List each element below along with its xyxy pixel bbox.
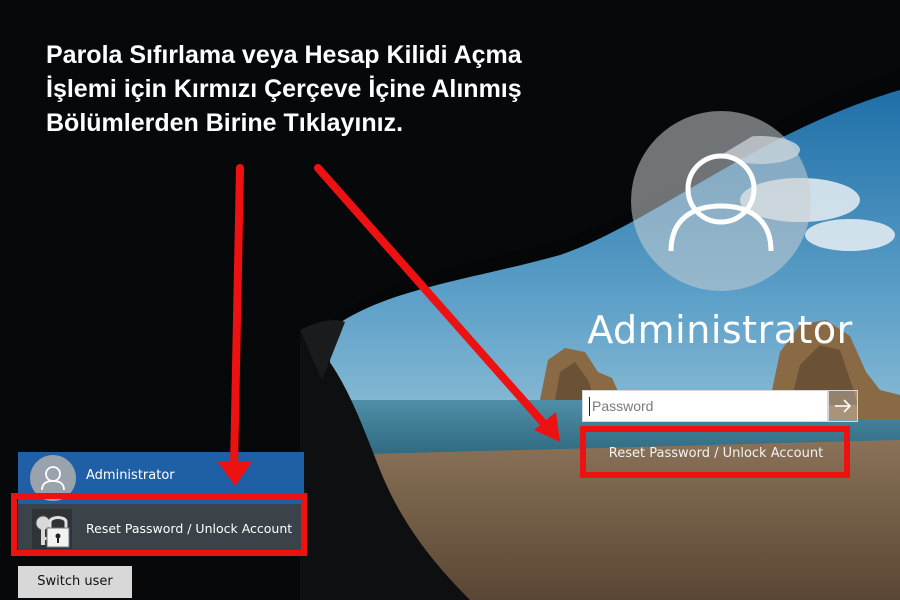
arrow-line-left [230, 164, 244, 472]
arrowhead-left [218, 462, 252, 486]
annotation-arrows [218, 164, 560, 486]
arrow-line-right [314, 164, 550, 430]
